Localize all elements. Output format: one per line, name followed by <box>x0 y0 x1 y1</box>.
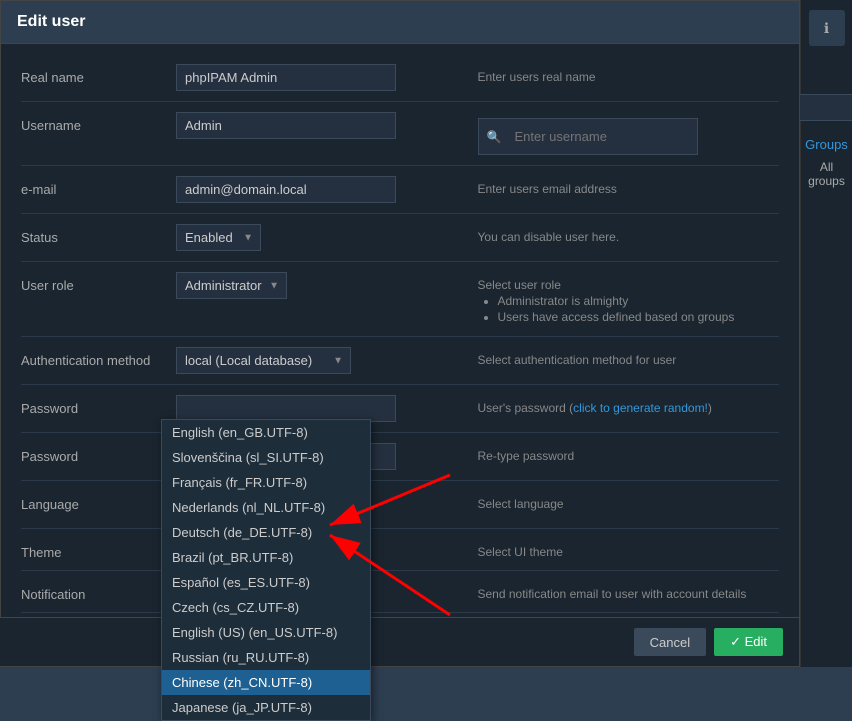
email-control <box>176 176 478 203</box>
password-input[interactable] <box>176 395 396 422</box>
real-name-control <box>176 64 478 91</box>
user-role-row: User role Administrator User Select user… <box>21 262 779 337</box>
status-select-wrap: Enabled Disabled <box>176 224 261 251</box>
modal-footer: Cancel ✓ Edit <box>0 617 799 666</box>
modal-title: Edit user <box>17 13 85 30</box>
auth-method-label: Authentication method <box>21 347 176 368</box>
language-option[interactable]: Deutsch (de_DE.UTF-8) <box>162 520 370 545</box>
user-role-hint: Select user role Administrator is almigh… <box>478 272 780 326</box>
language-option[interactable]: Russian (ru_RU.UTF-8) <box>162 645 370 670</box>
username-hint: 🔍 <box>478 112 780 155</box>
username-label: Username <box>21 112 176 133</box>
username-row: Username 🔍 <box>21 102 779 166</box>
real-name-hint: Enter users real name <box>478 64 780 84</box>
user-role-select-wrap: Administrator User <box>176 272 287 299</box>
language-option[interactable]: Brazil (pt_BR.UTF-8) <box>162 545 370 570</box>
theme-row: Theme Select UI theme <box>21 529 779 571</box>
all-groups-text: All groups <box>801 160 852 188</box>
user-role-label: User role <box>21 272 176 293</box>
real-name-label: Real name <box>21 64 176 85</box>
language-option[interactable]: Español (es_ES.UTF-8) <box>162 570 370 595</box>
info-icon[interactable]: ℹ <box>809 10 845 46</box>
real-name-input[interactable] <box>176 64 396 91</box>
status-row: Status Enabled Disabled You can disable … <box>21 214 779 262</box>
language-hint: Select language <box>478 491 780 511</box>
real-name-row: Real name Enter users real name <box>21 54 779 102</box>
cancel-button[interactable]: Cancel <box>634 628 706 656</box>
username-search-input[interactable] <box>506 124 688 149</box>
language-label: Language <box>21 491 176 512</box>
password2-row: Password Re-type password <box>21 433 779 481</box>
right-sidebar: ℹ Groups All groups <box>800 0 852 667</box>
email-row: e-mail Enter users email address <box>21 166 779 214</box>
email-label: e-mail <box>21 176 176 197</box>
modal-body: Real name Enter users real name Username… <box>1 44 799 624</box>
notification-hint: Send notification email to user with acc… <box>478 581 780 601</box>
edit-button[interactable]: ✓ Edit <box>714 628 783 656</box>
hint-list-item: Users have access defined based on group… <box>498 310 780 324</box>
language-option[interactable]: Czech (cs_CZ.UTF-8) <box>162 595 370 620</box>
hint-list-item: Administrator is almighty <box>498 294 780 308</box>
search-icon: 🔍 <box>487 130 502 144</box>
username-search-wrap: 🔍 <box>478 118 698 155</box>
auth-method-control: local (Local database) LDAP <box>176 347 478 374</box>
username-control <box>176 112 478 139</box>
generate-random-link[interactable]: click to generate random! <box>573 401 708 415</box>
password-row: Password User's password (click to gener… <box>21 385 779 433</box>
groups-label: Groups <box>805 137 848 152</box>
username-input[interactable] <box>176 112 396 139</box>
info-icon-char: ℹ <box>824 20 829 37</box>
language-option[interactable]: Slovenščina (sl_SI.UTF-8) <box>162 445 370 470</box>
language-option[interactable]: Chinese (zh_CN.UTF-8) <box>162 670 370 695</box>
edit-user-modal: Edit user Real name Enter users real nam… <box>0 0 800 667</box>
password-control <box>176 395 478 422</box>
language-row: Language English (US) (en_US.UTF-8) Sele… <box>21 481 779 529</box>
language-option[interactable]: English (en_GB.UTF-8) <box>162 420 370 445</box>
language-option[interactable]: Japanese (ja_JP.UTF-8) <box>162 695 370 720</box>
status-control: Enabled Disabled <box>176 224 478 251</box>
language-option[interactable]: Nederlands (nl_NL.UTF-8) <box>162 495 370 520</box>
password-hint: User's password (click to generate rando… <box>478 395 780 415</box>
status-hint: You can disable user here. <box>478 224 780 244</box>
auth-method-row: Authentication method local (Local datab… <box>21 337 779 385</box>
user-role-control: Administrator User <box>176 272 478 299</box>
notification-label: Notification <box>21 581 176 602</box>
email-hint: Enter users email address <box>478 176 780 196</box>
theme-hint: Select UI theme <box>478 539 780 559</box>
notification-row: Notification Send notification email to … <box>21 571 779 613</box>
status-select[interactable]: Enabled Disabled <box>176 224 261 251</box>
theme-label: Theme <box>21 539 176 560</box>
language-dropdown: English (en_GB.UTF-8)Slovenščina (sl_SI.… <box>161 419 371 721</box>
auth-method-hint: Select authentication method for user <box>478 347 780 367</box>
user-role-hint-title: Select user role <box>478 278 780 292</box>
auth-method-select[interactable]: local (Local database) LDAP <box>176 347 351 374</box>
user-role-select[interactable]: Administrator User <box>176 272 287 299</box>
auth-method-select-wrap: local (Local database) LDAP <box>176 347 351 374</box>
user-role-hint-list: Administrator is almighty Users have acc… <box>478 294 780 324</box>
password-label: Password <box>21 395 176 416</box>
password2-hint: Re-type password <box>478 443 780 463</box>
language-option[interactable]: Français (fr_FR.UTF-8) <box>162 470 370 495</box>
status-label: Status <box>21 224 176 245</box>
email-input[interactable] <box>176 176 396 203</box>
modal-header: Edit user <box>1 1 799 44</box>
language-option[interactable]: English (US) (en_US.UTF-8) <box>162 620 370 645</box>
password2-label: Password <box>21 443 176 464</box>
